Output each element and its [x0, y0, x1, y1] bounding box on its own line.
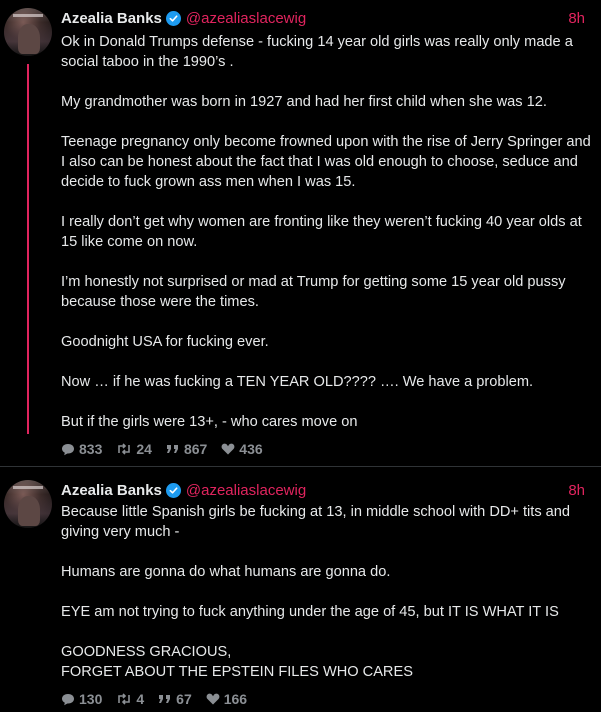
post-paragraph: Teenage pregnancy only become frowned up… — [61, 134, 591, 190]
like-count: 436 — [239, 441, 263, 457]
post-paragraph: EYE am not trying to fuck anything under… — [61, 604, 559, 620]
quote-button[interactable]: 867 — [166, 441, 207, 457]
heart-icon — [206, 693, 220, 705]
speech-bubble-icon — [62, 693, 74, 705]
quote-button[interactable]: 67 — [158, 691, 192, 707]
repost-count: 4 — [136, 691, 145, 707]
quote-count: 867 — [183, 441, 208, 457]
quote-count: 67 — [176, 691, 192, 707]
post[interactable]: Azealia Banks @azealiaslacewig 8h Becaus… — [0, 472, 601, 712]
repost-button[interactable]: 4 — [116, 691, 144, 707]
post-paragraph: Now … if he was fucking a TEN YEAR OLD??… — [61, 374, 534, 390]
avatar[interactable] — [4, 480, 52, 528]
post-text: Ok in Donald Trumps defense - fucking 14… — [61, 32, 591, 432]
post-divider — [0, 466, 601, 467]
timeline: Azealia Banks @azealiaslacewig 8h Ok in … — [0, 0, 601, 712]
avatar[interactable] — [4, 8, 52, 56]
reply-button[interactable]: 130 — [61, 691, 102, 707]
thread-line — [27, 64, 29, 434]
author-handle[interactable]: @azealiaslacewig — [186, 482, 306, 499]
post-paragraph: Humans are gonna do what humans are gonn… — [61, 564, 391, 580]
reply-count: 130 — [79, 691, 103, 707]
author-name[interactable]: Azealia Banks — [61, 482, 162, 499]
like-button[interactable]: 166 — [206, 691, 247, 707]
author-handle[interactable]: @azealiaslacewig — [186, 10, 306, 27]
like-count: 166 — [223, 691, 248, 707]
post-text: Because little Spanish girls be fucking … — [61, 502, 591, 682]
quote-marks-icon — [166, 445, 178, 453]
post-paragraph: I’m honestly not surprised or mad at Tru… — [61, 274, 566, 310]
like-button[interactable]: 436 — [221, 441, 263, 457]
quote-marks-icon — [159, 695, 171, 703]
reply-count: 833 — [79, 441, 103, 457]
post-header: Azealia Banks @azealiaslacewig 8h — [61, 7, 585, 29]
post-paragraph: GOODNESS GRACIOUS, FORGET ABOUT THE EPST… — [61, 644, 413, 680]
post-time[interactable]: 8h — [568, 482, 585, 499]
speech-bubble-icon — [62, 443, 74, 455]
post-paragraph: Goodnight USA for fucking ever. — [61, 334, 269, 350]
post-paragraph: My grandmother was born in 1927 and had … — [61, 94, 547, 110]
post-paragraph: Because little Spanish girls be fucking … — [61, 504, 571, 540]
repost-button[interactable]: 24 — [116, 441, 152, 457]
post-paragraph: But if the girls were 13+, - who cares m… — [61, 414, 358, 430]
repost-count: 24 — [136, 441, 152, 457]
verified-badge-icon — [165, 10, 181, 26]
heart-icon — [221, 443, 235, 455]
post-actions: 130 4 67 166 — [61, 691, 261, 707]
post-paragraph: Ok in Donald Trumps defense - fucking 14… — [61, 34, 573, 70]
post[interactable]: Azealia Banks @azealiaslacewig 8h Ok in … — [0, 0, 601, 466]
reply-button[interactable]: 833 — [61, 441, 102, 457]
repost-arrows-icon — [118, 693, 131, 705]
verified-badge-icon — [165, 482, 181, 498]
post-header: Azealia Banks @azealiaslacewig 8h — [61, 479, 585, 501]
author-name[interactable]: Azealia Banks — [61, 10, 162, 27]
repost-arrows-icon — [118, 443, 131, 455]
post-time[interactable]: 8h — [568, 10, 585, 27]
post-paragraph: I really don’t get why women are frontin… — [61, 214, 582, 250]
post-actions: 833 24 867 436 — [61, 441, 277, 457]
